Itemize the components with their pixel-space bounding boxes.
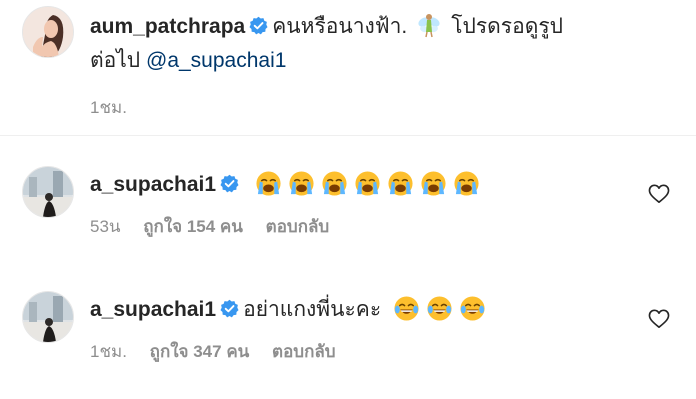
comment-timestamp[interactable]: 53น xyxy=(90,217,121,236)
comment-item: a_supachai1 อย่าแกงพี่นะคะ 1ชม. ถูกใจ 347… xyxy=(22,283,696,383)
loudly-crying-face-icon xyxy=(420,170,447,197)
caption-username[interactable]: aum_patchrapa xyxy=(90,15,245,38)
caption-text-part2: โปรดรอดูรูป xyxy=(451,15,563,38)
reply-button[interactable]: ตอบกลับ xyxy=(272,342,336,361)
caption-mention-link[interactable]: @a_supachai1 xyxy=(146,49,286,72)
heart-icon[interactable] xyxy=(648,184,670,204)
comment-item: a_supachai1 53น ถูกใจ 154 คน ตอบกลับ xyxy=(22,158,696,258)
profile-photo-icon xyxy=(23,292,73,342)
comment-likes-count[interactable]: ถูกใจ 347 คน xyxy=(150,342,250,361)
reply-button[interactable]: ตอบกลับ xyxy=(266,217,330,236)
profile-photo-icon xyxy=(23,167,73,217)
comment-text: a_supachai1 xyxy=(90,168,480,202)
loudly-crying-face-icon xyxy=(288,170,315,197)
profile-photo-icon xyxy=(23,7,73,57)
loudly-crying-face-icon xyxy=(354,170,381,197)
comment-timestamp[interactable]: 1ชม. xyxy=(90,342,127,361)
comment-meta: 1ชม. ถูกใจ 347 คน ตอบกลับ xyxy=(90,338,354,365)
verified-badge-icon xyxy=(220,174,239,193)
comment-body: อย่าแกงพี่นะคะ xyxy=(243,298,382,321)
verified-badge-icon xyxy=(220,299,239,318)
tears-of-joy-face-icon xyxy=(426,295,453,322)
comment-meta: 53น ถูกใจ 154 คน ตอบกลับ xyxy=(90,213,347,240)
fairy-emoji-icon xyxy=(418,14,440,38)
verified-badge-icon xyxy=(249,16,268,35)
tears-of-joy-face-icon xyxy=(393,295,420,322)
caption-text-part1: คนหรือนางฟ้า. xyxy=(272,15,408,38)
heart-icon[interactable] xyxy=(648,309,670,329)
loudly-crying-face-icon xyxy=(321,170,348,197)
comment-text: a_supachai1 อย่าแกงพี่นะคะ xyxy=(90,293,486,327)
avatar[interactable] xyxy=(22,291,74,343)
divider xyxy=(0,135,696,136)
avatar[interactable] xyxy=(22,6,74,58)
comment-username[interactable]: a_supachai1 xyxy=(90,298,216,321)
loudly-crying-face-icon xyxy=(453,170,480,197)
caption-text-line2: ต่อไป xyxy=(90,49,141,72)
post-caption: aum_patchrapa คนหรือนางฟ้า. โปรดรอดูรูป ต… xyxy=(22,6,682,124)
loudly-crying-face-icon xyxy=(387,170,414,197)
caption-timestamp[interactable]: 1ชม. xyxy=(90,94,127,121)
tears-of-joy-face-icon xyxy=(459,295,486,322)
avatar[interactable] xyxy=(22,166,74,218)
caption-text: aum_patchrapa คนหรือนางฟ้า. โปรดรอดูรูป ต… xyxy=(90,10,680,78)
loudly-crying-face-icon xyxy=(255,170,282,197)
comment-likes-count[interactable]: ถูกใจ 154 คน xyxy=(143,217,243,236)
comment-username[interactable]: a_supachai1 xyxy=(90,173,216,196)
